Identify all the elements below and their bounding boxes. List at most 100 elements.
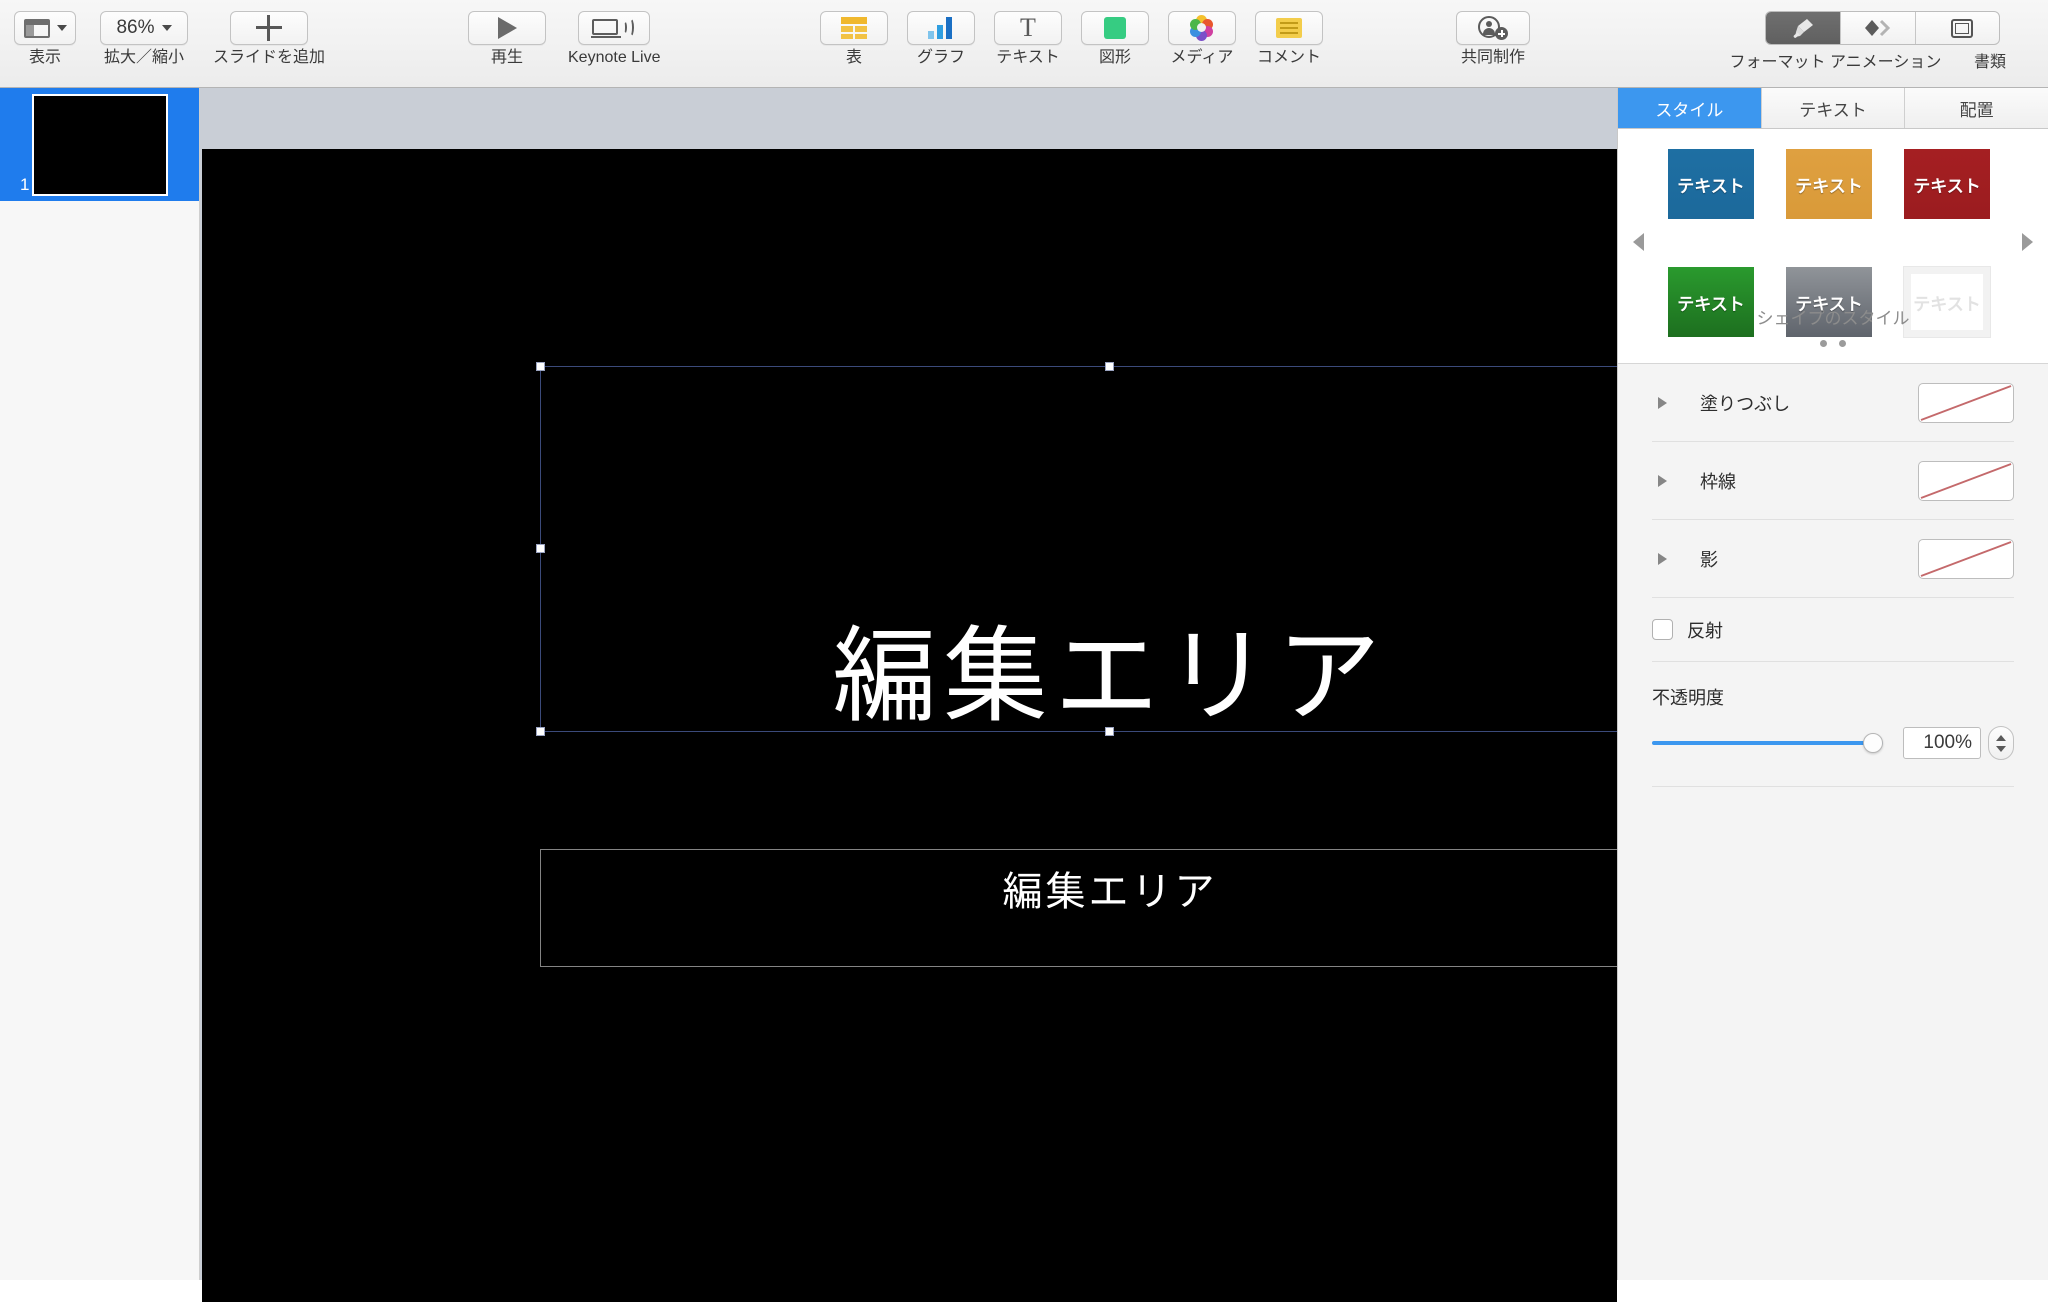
border-none-swatch[interactable] [1918,460,2014,501]
shape-label: 図形 [1098,49,1131,66]
document-tab-label: 書類 [1973,54,2006,71]
chevron-down-icon [161,25,172,31]
media-button[interactable]: メディア [1168,11,1236,66]
fill-row[interactable]: 塗りつぶし [1652,364,2014,442]
title-textbox[interactable]: 編集エリア [536,362,1684,736]
format-tab-label: フォーマット [1729,54,1826,71]
chart-button[interactable]: グラフ [907,11,975,66]
style-swatch-amber[interactable]: テキスト [1786,149,1872,219]
view-button-label: 表示 [28,49,61,66]
disclosure-triangle-icon[interactable] [1658,474,1667,487]
tab-text[interactable]: テキスト [1761,88,1906,128]
table-button[interactable]: 表 [820,11,888,66]
style-picker-caption: シェイプのスタイル [1756,309,1910,328]
body-textbox-text: 編集エリア [1002,869,1218,915]
zoom-button-label: 拡大／縮小 [103,49,184,66]
display-broadcast-icon [591,17,636,39]
resize-handle-top-center[interactable] [1105,362,1114,371]
fill-label: 塗りつぶし [1700,393,1791,414]
chevron-right-icon[interactable] [2022,233,2033,251]
stepper-down-icon[interactable] [1996,745,2006,752]
chart-label: グラフ [916,49,965,66]
opacity-value-field[interactable]: 100% [1903,727,1981,759]
shadow-none-swatch[interactable] [1918,538,2014,579]
inspector-tab-bar: スタイル テキスト 配置 [1618,88,2048,129]
diamond-arrow-icon [1863,18,1893,38]
resize-handle-bottom-left[interactable] [536,727,545,736]
title-textbox-text: 編集エリア [832,615,1388,738]
format-tab-button[interactable] [1766,12,1841,44]
collaborate-label: 共同制作 [1460,49,1525,66]
opacity-section: 不透明度 100% [1652,662,2014,787]
view-button[interactable]: 表示 [14,11,76,66]
opacity-stepper[interactable] [1988,726,2014,760]
fill-none-swatch[interactable] [1918,382,2014,423]
resize-handle-top-left[interactable] [536,362,545,371]
slide-canvas[interactable]: 編集エリア 編集エリア [202,149,1684,1302]
chevron-left-icon[interactable] [1633,233,1644,251]
resize-handle-middle-left[interactable] [536,544,545,553]
main-toolbar: 表示 86% 拡大／縮小 スライドを追加 再生 Keynote Live 表 グ… [0,0,2048,88]
page-dot-1[interactable] [1820,340,1827,347]
comment-label: コメント [1256,49,1321,66]
photos-flower-icon [1189,15,1215,41]
play-button[interactable]: 再生 [468,11,546,66]
slide-navigator: 1 [0,88,200,1280]
border-label: 枠線 [1700,471,1736,492]
inspector-toggle-group[interactable]: フォーマット アニメーション 書類 [1725,11,2040,71]
reflection-label: 反射 [1687,620,1723,641]
disclosure-triangle-icon[interactable] [1658,396,1667,409]
keynote-live-label: Keynote Live [568,49,661,66]
view-layout-icon [23,18,50,38]
tab-arrange[interactable]: 配置 [1905,88,2048,128]
add-person-icon [1478,16,1508,40]
format-inspector: スタイル テキスト 配置 テキスト テキスト テキスト テキスト テキスト テキ… [1617,88,2048,1280]
page-dot-2[interactable] [1839,340,1846,347]
animate-tab-button[interactable] [1841,12,1916,44]
reflection-checkbox[interactable] [1652,619,1673,640]
shape-button[interactable]: 図形 [1081,11,1149,66]
canvas-workspace[interactable]: 編集エリア 編集エリア [200,88,1684,1302]
comment-button[interactable]: コメント [1255,11,1323,66]
opacity-slider-knob[interactable] [1863,733,1883,753]
stepper-up-icon[interactable] [1996,734,2006,741]
text-T-icon: T [1020,13,1036,42]
shadow-label: 影 [1700,549,1718,570]
table-icon [841,17,867,39]
chevron-down-icon [56,25,67,31]
slide-thumbnail-1[interactable]: 1 [0,88,199,201]
slide-number-label: 1 [20,175,30,194]
style-picker-pagination[interactable] [1618,340,2048,347]
body-textbox[interactable]: 編集エリア [540,849,1680,967]
style-swatch-blue[interactable]: テキスト [1668,149,1754,219]
text-button[interactable]: T テキスト [994,11,1062,66]
style-swatch-red[interactable]: テキスト [1904,149,1990,219]
slide-thumbnail-image [31,93,168,196]
add-slide-button[interactable]: スライドを追加 [213,11,325,66]
zoom-button[interactable]: 86% 拡大／縮小 [100,11,188,66]
shadow-row[interactable]: 影 [1652,520,2014,598]
text-label: テキスト [996,49,1060,66]
bar-chart-icon [928,17,954,39]
opacity-label: 不透明度 [1652,688,1724,708]
document-frame-icon [1950,18,1973,38]
add-slide-label: スライドを追加 [213,49,326,66]
collaborate-button[interactable]: 共同制作 [1456,11,1530,66]
tab-style[interactable]: スタイル [1618,88,1762,128]
resize-handle-bottom-center[interactable] [1105,727,1114,736]
comment-note-icon [1276,18,1302,38]
play-icon [497,17,517,39]
animate-tab-label: アニメーション [1830,54,1942,71]
opacity-slider-track [1652,741,1883,745]
zoom-value: 86% [116,17,155,38]
reflection-row[interactable]: 反射 [1652,598,2014,662]
keynote-live-button[interactable]: Keynote Live [568,11,661,66]
document-tab-button[interactable] [1924,12,1999,44]
disclosure-triangle-icon[interactable] [1658,552,1667,565]
border-row[interactable]: 枠線 [1652,442,2014,520]
plus-icon [256,15,282,41]
shape-square-icon [1104,17,1126,39]
opacity-slider[interactable] [1652,733,1883,753]
shape-style-picker: テキスト テキスト テキスト テキスト テキスト テキスト シェイプのスタイル [1618,129,2048,364]
play-label: 再生 [490,49,523,66]
